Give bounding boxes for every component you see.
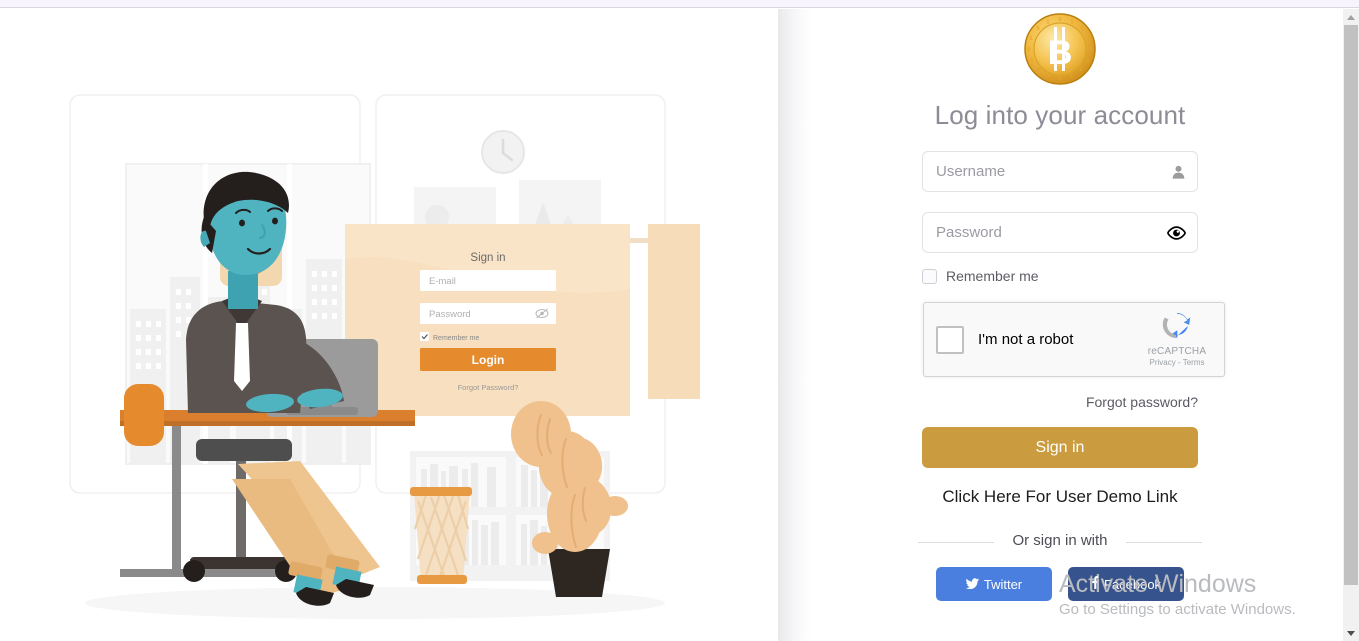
svg-text:Sign in: Sign in xyxy=(470,252,505,264)
chevron-up-icon xyxy=(1347,14,1355,20)
svg-text:0: 0 xyxy=(1038,67,1041,73)
facebook-icon xyxy=(1091,576,1099,592)
svg-text:Password: Password xyxy=(429,309,471,320)
twitter-icon xyxy=(965,577,979,592)
svg-text:0: 0 xyxy=(1080,67,1083,73)
svg-text:Forgot Password?: Forgot Password? xyxy=(458,383,519,392)
svg-text:B: B xyxy=(1048,34,1073,72)
facebook-button-label: Facebook xyxy=(1103,576,1162,592)
svg-text:1: 1 xyxy=(1071,20,1074,26)
password-field-wrap xyxy=(922,212,1198,254)
facebook-button[interactable]: Facebook xyxy=(1068,567,1184,602)
svg-text:1: 1 xyxy=(1048,73,1051,79)
svg-text:1: 1 xyxy=(1088,36,1091,42)
or-sign-in-divider: Or sign in with xyxy=(918,532,1202,551)
chevron-down-icon xyxy=(1347,630,1355,636)
scrollbar-up-arrow[interactable] xyxy=(1343,9,1359,25)
recaptcha-label: I'm not a robot xyxy=(978,331,1074,349)
remember-me-row[interactable]: Remember me xyxy=(922,268,1198,284)
page-root: Sign in E-mail Password Remember me Logi… xyxy=(0,9,1343,641)
svg-text:Login: Login xyxy=(472,353,505,367)
svg-text:1: 1 xyxy=(1047,20,1050,26)
svg-text:0: 0 xyxy=(1090,47,1093,53)
scrollbar-thumb[interactable] xyxy=(1344,25,1358,585)
user-demo-link[interactable]: Click Here For User Demo Link xyxy=(922,487,1198,507)
recaptcha-icon xyxy=(1162,313,1192,344)
svg-text:1: 1 xyxy=(1031,58,1034,64)
recaptcha-branding: reCAPTCHA Privacy - Terms xyxy=(1139,310,1215,367)
eye-icon[interactable] xyxy=(1167,225,1186,240)
sign-in-button[interactable]: Sign in xyxy=(922,427,1198,469)
browser-top-strip xyxy=(0,0,1359,8)
twitter-button[interactable]: Twitter xyxy=(936,567,1052,602)
svg-text:0: 0 xyxy=(1081,26,1084,32)
login-illustration: Sign in E-mail Password Remember me Logi… xyxy=(0,9,778,641)
login-form-panel: 0 1 0 1 0 1 0 1 0 1 0 1 0 1 0 1 B B Log … xyxy=(778,9,1343,641)
remember-me-label: Remember me xyxy=(946,268,1039,285)
svg-text:Remember me: Remember me xyxy=(433,335,479,342)
svg-text:0: 0 xyxy=(1028,47,1031,53)
recaptcha-widget[interactable]: I'm not a robot reCAPTCHA Privacy - Term… xyxy=(923,302,1225,378)
bitcoin-coin-icon: 0 1 0 1 0 1 0 1 0 1 0 1 0 1 0 1 B B xyxy=(1021,10,1099,88)
page-title: Log into your account xyxy=(934,100,1186,130)
scrollbar-down-arrow[interactable] xyxy=(1343,625,1359,641)
svg-text:0: 0 xyxy=(1059,76,1062,82)
svg-text:1: 1 xyxy=(1087,58,1090,64)
svg-text:1: 1 xyxy=(1070,73,1073,79)
username-input[interactable] xyxy=(922,151,1198,193)
svg-text:0: 0 xyxy=(1059,17,1062,23)
recaptcha-brand-name: reCAPTCHA xyxy=(1147,346,1207,358)
social-login-row: Twitter Facebook xyxy=(922,567,1198,602)
password-input[interactable] xyxy=(922,212,1198,254)
svg-text:0: 0 xyxy=(1037,26,1040,32)
svg-text:1: 1 xyxy=(1030,36,1033,42)
twitter-button-label: Twitter xyxy=(983,576,1023,592)
recaptcha-checkbox[interactable] xyxy=(936,325,964,354)
svg-text:E-mail: E-mail xyxy=(429,276,456,287)
recaptcha-legal-links[interactable]: Privacy - Terms xyxy=(1139,358,1215,367)
user-icon xyxy=(1171,164,1186,179)
forgot-password-link[interactable]: Forgot password? xyxy=(922,394,1198,410)
username-field-wrap xyxy=(922,151,1198,193)
or-sign-in-label: Or sign in with xyxy=(1012,532,1108,550)
remember-me-checkbox[interactable] xyxy=(922,268,937,284)
page-scrollbar[interactable] xyxy=(1343,9,1359,641)
